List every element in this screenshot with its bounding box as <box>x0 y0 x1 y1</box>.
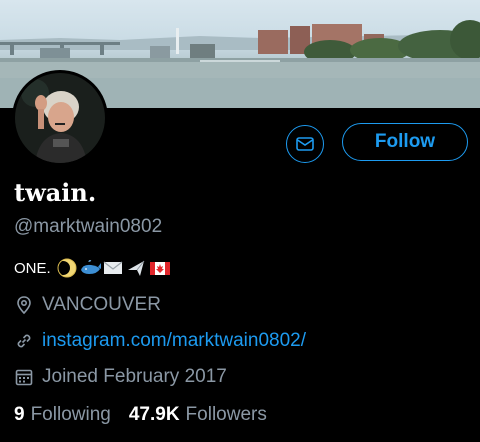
whale-emoji <box>80 258 101 278</box>
envelope-emoji <box>103 258 123 278</box>
followers-label: Followers <box>185 404 267 425</box>
location-text: VANCOUVER <box>42 294 161 315</box>
profile-location: VANCOUVER <box>14 294 161 316</box>
profile-joined: Joined February 2017 <box>14 366 227 388</box>
bio-text: ONE. <box>14 259 51 277</box>
followers-link[interactable]: 47.9K Followers <box>129 404 267 426</box>
profile-website: instagram.com/marktwain0802/ <box>14 330 306 352</box>
message-button[interactable] <box>286 125 324 163</box>
canada-flag-emoji <box>149 258 170 278</box>
location-pin-icon <box>14 295 34 315</box>
calendar-icon <box>14 367 34 387</box>
airplane-emoji <box>126 258 146 278</box>
joined-text: Joined February 2017 <box>42 366 227 387</box>
followers-count: 47.9K <box>128 404 180 425</box>
follow-button[interactable]: Follow <box>342 123 468 161</box>
following-count: 9 <box>14 404 25 425</box>
profile-bio: ONE. <box>14 256 172 280</box>
profile-avatar[interactable] <box>12 70 108 166</box>
link-icon <box>14 331 34 351</box>
user-handle: @marktwain0802 <box>14 216 163 237</box>
moon-emoji <box>55 258 77 278</box>
following-label: Following <box>30 404 111 425</box>
website-link[interactable]: instagram.com/marktwain0802/ <box>42 330 306 352</box>
follow-stats: 9 Following 47.9K Followers <box>14 404 285 426</box>
following-link[interactable]: 9 Following <box>14 404 111 426</box>
envelope-icon <box>295 134 315 154</box>
display-name: twain. <box>14 178 97 207</box>
